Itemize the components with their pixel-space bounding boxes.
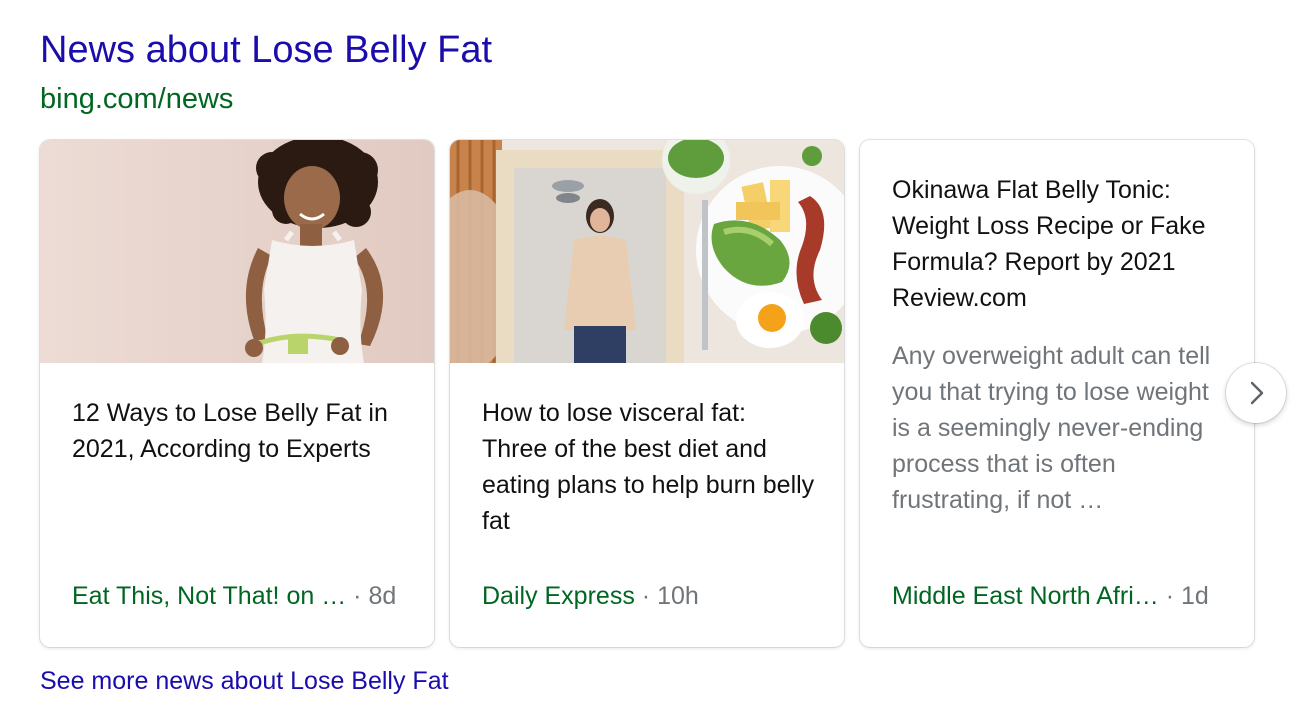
card-footer: Eat This, Not That! on … · 8d bbox=[72, 578, 406, 614]
card-source: Eat This, Not That! on … bbox=[72, 582, 347, 610]
card-headline[interactable]: 12 Ways to Lose Belly Fat in 2021, Accor… bbox=[72, 395, 406, 467]
carousel-next-button[interactable] bbox=[1226, 363, 1286, 423]
card-separator: · bbox=[353, 582, 362, 610]
card-separator: · bbox=[641, 582, 651, 610]
card-source: Daily Express bbox=[482, 582, 635, 610]
chevron-right-icon bbox=[1250, 381, 1264, 405]
card-footer: Daily Express · 10h bbox=[482, 578, 816, 614]
see-more-news-link[interactable]: See more news about Lose Belly Fat bbox=[40, 664, 449, 698]
card-snippet: Any overweight adult can tell you that t… bbox=[892, 342, 1211, 514]
card-headline[interactable]: Okinawa Flat Belly Tonic: Weight Loss Re… bbox=[892, 172, 1226, 316]
news-card[interactable]: How to lose visceral fat: Three of the b… bbox=[450, 140, 844, 647]
source-url: bing.com/news bbox=[40, 83, 234, 115]
card-age: 10h bbox=[657, 582, 699, 610]
card-separator: · bbox=[1165, 582, 1175, 610]
card-source: Middle East North Afri… bbox=[892, 582, 1159, 610]
news-card[interactable]: 12 Ways to Lose Belly Fat in 2021, Accor… bbox=[40, 140, 434, 647]
woman-in-mirror-with-food-plate-photo[interactable] bbox=[450, 140, 844, 363]
card-headline[interactable]: How to lose visceral fat: Three of the b… bbox=[482, 395, 816, 539]
news-carousel-result: News about Lose Belly Fat bing.com/news bbox=[0, 0, 1296, 714]
card-age: 8d bbox=[368, 582, 397, 610]
news-heading-link[interactable]: News about Lose Belly Fat bbox=[40, 26, 492, 74]
card-age: 1d bbox=[1181, 582, 1209, 610]
woman-measuring-waist-photo[interactable] bbox=[40, 140, 434, 363]
news-card[interactable]: Okinawa Flat Belly Tonic: Weight Loss Re… bbox=[860, 140, 1254, 647]
card-footer: Middle East North Afri… · 1d bbox=[892, 578, 1226, 614]
